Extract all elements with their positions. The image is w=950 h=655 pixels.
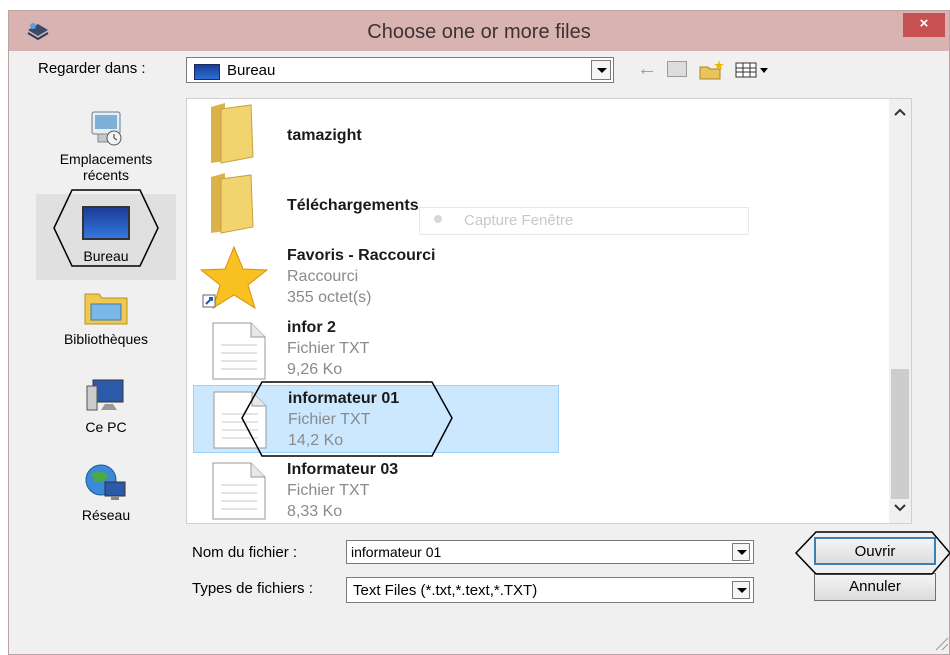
file-name-value: informateur 01 [351, 544, 442, 560]
computer-icon [86, 379, 124, 411]
file-type: Raccourci [287, 268, 359, 285]
desktop-icon [82, 206, 130, 240]
file-type: Fichier TXT [287, 482, 370, 499]
folder-icon [211, 103, 254, 164]
place-network[interactable]: Réseau [36, 462, 176, 523]
place-recent[interactable]: Emplacements récents [36, 110, 176, 183]
file-name: informateur 01 [288, 390, 400, 407]
file-item[interactable]: tamazight [195, 99, 555, 169]
back-arrow-icon[interactable]: ← [634, 57, 660, 83]
file-type: Fichier TXT [287, 340, 370, 357]
title-bar[interactable]: Choose one or more files × [9, 11, 949, 51]
ghost-overlay-label: Capture Fenêtre [464, 212, 574, 229]
file-name: Téléchargements [287, 197, 419, 214]
file-list[interactable]: tamazight Téléchargements Favoris - Racc… [186, 98, 912, 524]
vertical-scrollbar[interactable] [889, 99, 911, 523]
look-in-label: Regarder dans : [38, 60, 146, 77]
file-name-label: Nom du fichier : [192, 544, 298, 561]
look-in-value: Bureau [227, 62, 276, 79]
ghost-capture-overlay: Capture Fenêtre [419, 207, 749, 235]
file-name: tamazight [287, 127, 362, 144]
file-size: 9,26 Ko [287, 361, 343, 378]
file-size: 355 octet(s) [287, 289, 372, 306]
chevron-down-icon[interactable] [894, 503, 906, 513]
file-types-label: Types de fichiers : [192, 580, 313, 597]
text-file-icon [212, 322, 266, 380]
file-size: 8,33 Ko [287, 503, 343, 520]
window-title: Choose one or more files [367, 21, 591, 43]
chevron-down-icon[interactable] [732, 543, 750, 561]
file-name: infor 2 [287, 319, 336, 336]
place-label: Bibliothèques [63, 331, 149, 347]
star-shortcut-icon [199, 245, 269, 310]
place-label: Emplacements [59, 151, 153, 167]
view-menu-icon[interactable] [734, 60, 774, 80]
file-name: Informateur 03 [287, 461, 399, 478]
place-label-line2: récents [83, 167, 129, 183]
file-item[interactable]: Informateur 03 Fichier TXT 8,33 Ko [195, 457, 555, 523]
chevron-down-icon[interactable] [591, 60, 611, 80]
folder-icon [211, 173, 254, 234]
place-label: Réseau [81, 507, 131, 523]
recent-places-icon [91, 111, 122, 146]
place-label: Bureau [83, 248, 129, 264]
close-button[interactable]: × [903, 13, 945, 37]
up-folder-icon[interactable] [667, 61, 687, 77]
place-libraries[interactable]: Bibliothèques [36, 288, 176, 347]
text-file-icon [213, 391, 267, 449]
place-label: Ce PC [85, 419, 127, 435]
file-types-value: Text Files (*.txt,*.text,*.TXT) [353, 582, 538, 599]
file-type: Fichier TXT [288, 411, 371, 428]
place-this-pc[interactable]: Ce PC [36, 376, 176, 435]
look-in-dropdown[interactable]: Bureau [186, 57, 614, 83]
open-button[interactable]: Ouvrir [814, 537, 936, 565]
file-item[interactable]: Favoris - Raccourci Raccourci 355 octet(… [195, 243, 555, 313]
chevron-down-icon[interactable] [732, 581, 750, 599]
text-file-icon [212, 462, 266, 520]
new-folder-icon[interactable] [698, 58, 726, 82]
bullet-icon [434, 215, 442, 223]
file-types-dropdown[interactable]: Text Files (*.txt,*.text,*.TXT) [346, 577, 754, 603]
chevron-up-icon[interactable] [894, 107, 906, 117]
file-size: 14,2 Ko [288, 432, 344, 449]
libraries-icon [84, 293, 128, 325]
file-name: Favoris - Raccourci [287, 247, 436, 264]
cancel-button[interactable]: Annuler [814, 573, 936, 601]
place-desktop[interactable]: Bureau [36, 194, 176, 280]
file-item[interactable]: infor 2 Fichier TXT 9,26 Ko [195, 315, 555, 385]
network-icon [85, 464, 126, 500]
places-bar: Emplacements récents Bureau Bibliothèque… [36, 98, 176, 528]
file-name-input[interactable]: informateur 01 [346, 540, 754, 564]
scroll-thumb[interactable] [891, 369, 909, 499]
desktop-icon [194, 64, 220, 80]
file-item-selected[interactable]: informateur 01 Fichier TXT 14,2 Ko [193, 385, 559, 453]
